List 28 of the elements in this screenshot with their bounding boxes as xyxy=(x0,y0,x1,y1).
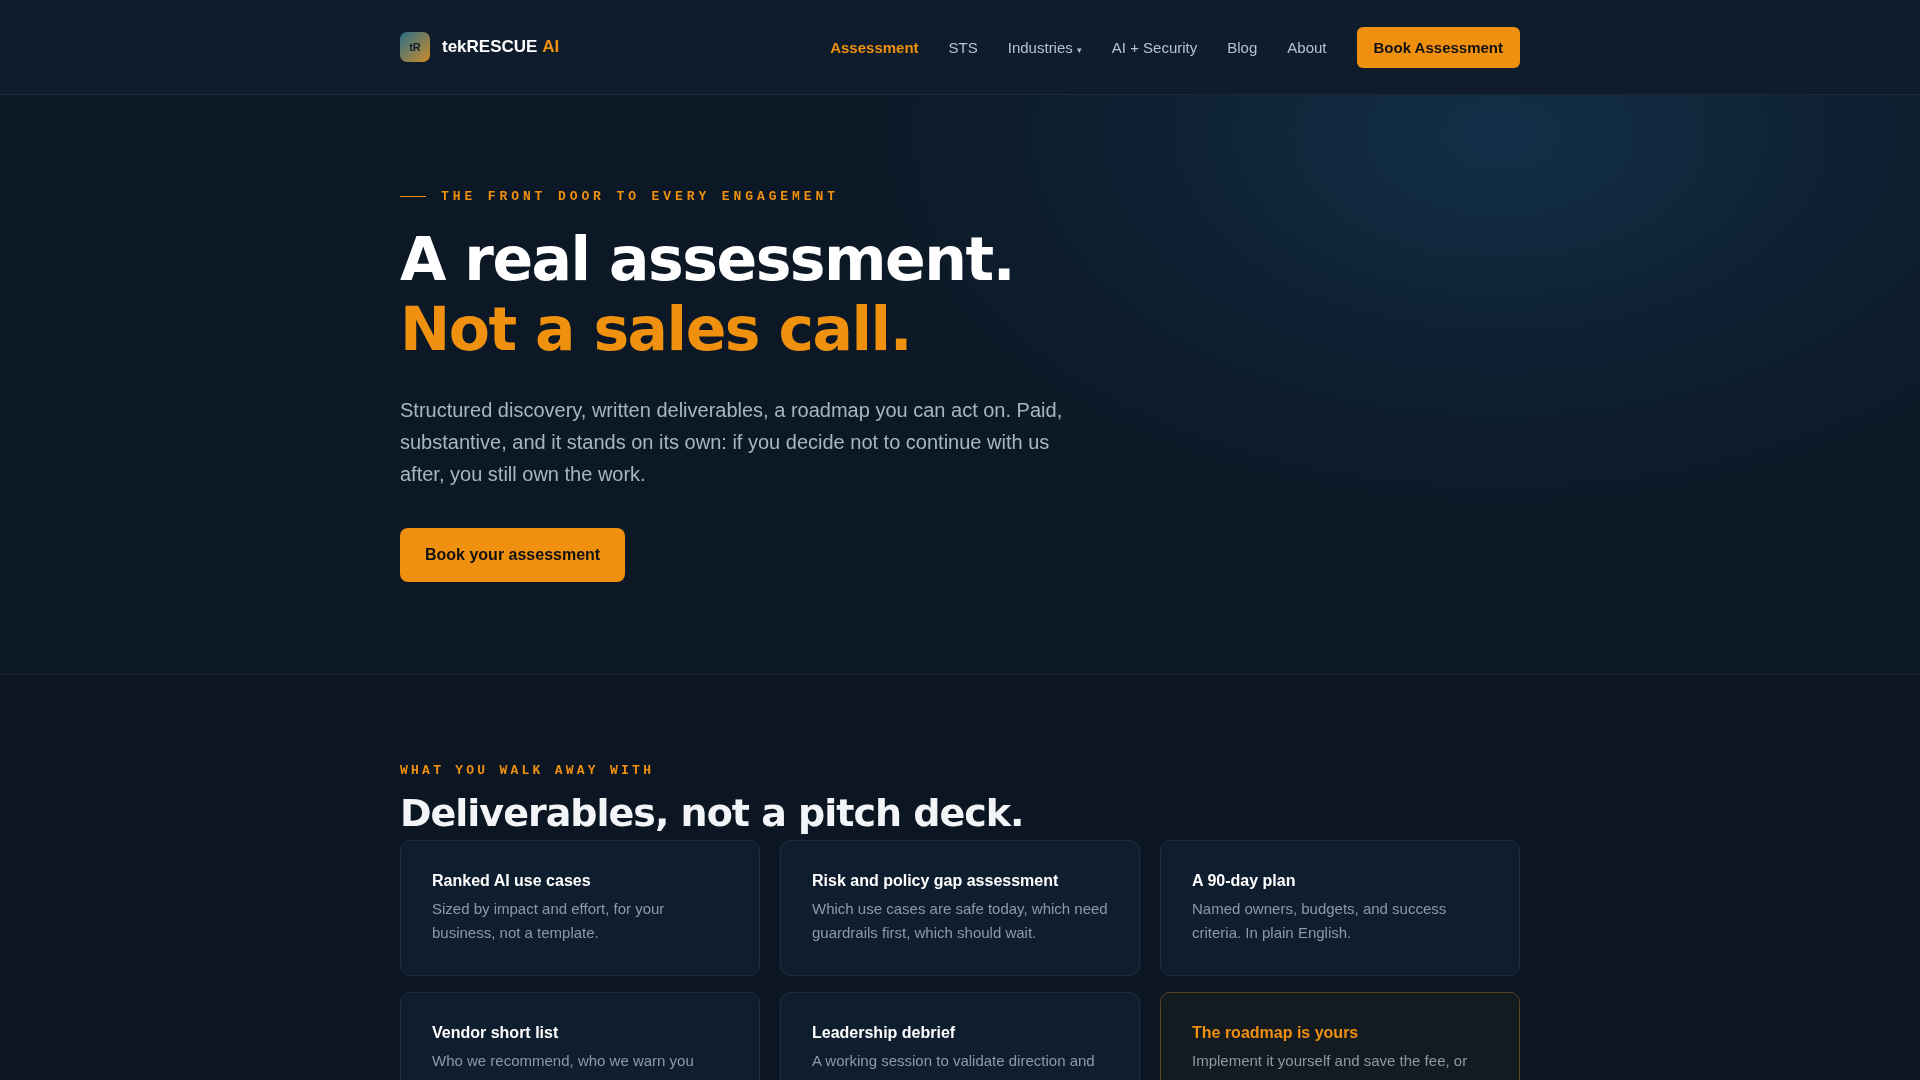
logo-icon: tR xyxy=(400,32,430,62)
nav-link[interactable]: Industries ▾ xyxy=(1007,38,1082,56)
book-assessment-button[interactable]: Book Assessment xyxy=(1356,26,1520,68)
card-title: Leadership debrief xyxy=(812,1023,957,1043)
nav-link[interactable]: AI + Security xyxy=(1111,38,1198,56)
card-description: Who we recommend, who we warn you xyxy=(432,1051,695,1071)
card-title: Ranked AI use cases xyxy=(432,871,592,891)
nav-link[interactable]: Blog xyxy=(1227,38,1258,56)
section-eyebrow: WHAT YOU WALK AWAY WITH xyxy=(400,763,656,778)
card-description: Named owners, budgets, and success criteria. In plain English. xyxy=(1192,899,1448,943)
brand-name[interactable]: tekRESCUE AI xyxy=(442,37,560,57)
card-title: The roadmap is yours xyxy=(1192,1023,1360,1043)
hero-heading-accent: Not a sales call. xyxy=(400,294,911,364)
eyebrow-label: THE FRONT DOOR TO EVERY ENGAGEMENT xyxy=(441,189,839,204)
card-title: A 90-day plan xyxy=(1192,871,1297,891)
book-assessment-button[interactable]: Book your assessment xyxy=(400,528,626,582)
hero-heading: A real assessment. xyxy=(400,224,1014,294)
section-heading: Deliverables, not a pitch deck. xyxy=(400,790,1024,837)
hero-description: Structured discovery, written deliverables, a roadmap you can act on. Paid, substantive, and it stands on its own: if you decide not to continue with us after, you still own the work. xyxy=(400,398,1064,487)
card-title: Vendor short list xyxy=(432,1023,560,1043)
card-description: Which use cases are safe today, which need guardrails first, which should wait. xyxy=(812,899,1108,943)
nav-link[interactable]: About xyxy=(1287,38,1327,56)
nav-link[interactable]: Assessment xyxy=(830,38,919,56)
card-description: Sized by impact and effort, for your business, not a template. xyxy=(432,899,666,943)
card-description: Implement it yourself and save the fee, or xyxy=(1192,1051,1469,1071)
card-description: A working session to validate direction and xyxy=(812,1051,1096,1071)
card-title: Risk and policy gap assessment xyxy=(812,871,1060,891)
nav-link[interactable]: STS xyxy=(948,38,978,56)
